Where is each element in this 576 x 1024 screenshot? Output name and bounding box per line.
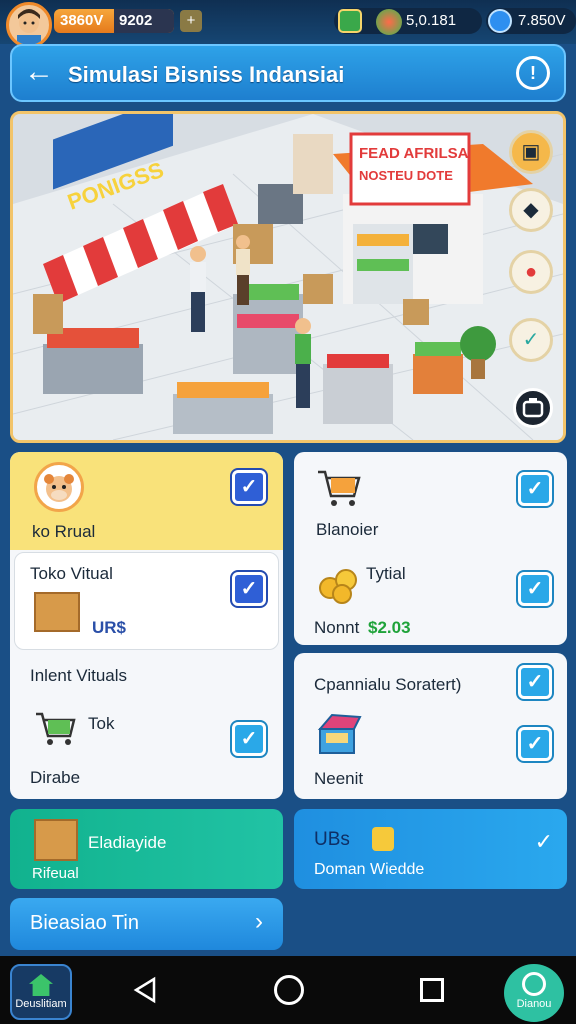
diamond-icon (488, 9, 512, 33)
chevron-down-icon[interactable]: ✓ (535, 829, 553, 855)
coins-icon (316, 560, 362, 606)
eladiayide-card[interactable]: Eladiayide Rifeual (10, 809, 283, 889)
gift-icon[interactable] (338, 9, 362, 33)
coin-counter: 3860V 9202 (54, 9, 174, 33)
back-arrow-icon[interactable]: ← (22, 56, 56, 90)
info-icon[interactable]: ! (516, 56, 550, 90)
add-coins-button[interactable]: + (180, 10, 202, 32)
home-label: Deuslitiam (15, 998, 67, 1010)
cart-icon (34, 708, 78, 748)
package-icon (34, 819, 78, 861)
kopi-label: ko Rrual (32, 522, 96, 541)
coin-label: 3860V (60, 12, 104, 29)
blandier-label: Blanoier (316, 520, 379, 539)
toko-value: UR$ (92, 618, 127, 637)
blandier-sub-label: Nonnt (314, 618, 360, 637)
left-card: ko Rrual ✓ Toko Vitual UR$ ✓ Inlent Vitu… (10, 452, 283, 799)
ubs-badge-icon (372, 827, 394, 851)
chevron-right-icon: › (255, 908, 263, 935)
store-scene[interactable]: PONIGSS FEAD AFRILSA NOSTEU DOTE ▣ ◆ ● ✓ (10, 111, 566, 443)
camera-icon[interactable] (513, 388, 553, 428)
page-header: ← Simulasi Bisniss Indansiai ! (10, 44, 566, 102)
home-circle-icon[interactable] (274, 975, 304, 1005)
ubs-card[interactable]: UBs Doman Wiedde ✓ (294, 809, 567, 889)
back-triangle-icon[interactable] (130, 975, 160, 1005)
eladiayide-title: Eladiayide (88, 833, 167, 852)
blandier-amount: $2.03 (368, 618, 411, 637)
item-tok: Tok (88, 714, 115, 733)
home-button[interactable]: Deuslitiam (10, 964, 72, 1020)
fruit-icon[interactable]: ● (509, 250, 553, 294)
open-box-icon (314, 709, 362, 759)
play-icon (522, 972, 546, 996)
store-illustration: PONIGSS FEAD AFRILSA NOSTEU DOTE (13, 114, 563, 440)
recents-square-icon[interactable] (420, 978, 444, 1002)
player-avatar[interactable] (6, 2, 52, 48)
diamond-value: 7.850V (518, 12, 566, 29)
item-label: Inlent Vituals (30, 666, 128, 685)
blandier-card[interactable]: Blanoier Tytial Nonnt $2.03 ✓ ✓ (294, 452, 567, 645)
blandier-caption: Tytial (366, 564, 406, 583)
cpennial-card[interactable]: Cpannialu Soratert) Neenit ✓ ✓ (294, 653, 567, 799)
shop-sign-line2: NOSTEU DOTE (359, 168, 453, 183)
bieasiao-button[interactable]: Bieasiao Tin › (10, 898, 283, 950)
blandier-checkbox-top[interactable]: ✓ (518, 472, 552, 506)
ubs-sub: Doman Wiedde (314, 861, 425, 878)
toko-checkbox[interactable]: ✓ (232, 572, 266, 606)
cpennial-label: Cpannialu Soratert) (314, 675, 462, 694)
check-icon[interactable]: ✓ (509, 318, 553, 362)
parcel-icon (34, 592, 80, 632)
home-icon (29, 974, 53, 996)
ubs-title: UBs (314, 829, 350, 850)
gem-counter: 5,0.181 (334, 8, 482, 35)
cow-icon (34, 462, 84, 512)
gem-value: 5,0.181 (406, 12, 457, 29)
play-button[interactable]: Dianou (504, 964, 564, 1022)
shop-sign-line1: FEAD AFRILSA (359, 145, 469, 162)
diamond-counter: 7.850V (486, 8, 576, 34)
coin-value: 9202 (114, 9, 174, 33)
eladiayide-sub: Rifeual (32, 865, 79, 882)
bieasiao-label: Bieasiao Tin (30, 912, 139, 934)
play-label: Dianou (516, 998, 552, 1010)
item-checkbox[interactable]: ✓ (232, 722, 266, 756)
toko-label: Toko Vitual (30, 564, 113, 583)
shopping-cart-icon (316, 466, 364, 510)
cpennial-checkbox[interactable]: ✓ (518, 727, 552, 761)
cpennial-checkbox-top[interactable]: ✓ (518, 665, 552, 699)
kopi-checkbox[interactable]: ✓ (232, 470, 266, 504)
page-title: Simulasi Bisniss Indansiai (68, 62, 345, 87)
item-caption: Dirabe (30, 768, 81, 787)
cpennial-caption: Neenit (314, 769, 364, 788)
gem-icon (376, 9, 402, 35)
box-icon[interactable]: ▣ (509, 130, 553, 174)
blandier-checkbox[interactable]: ✓ (518, 572, 552, 606)
tag-icon[interactable]: ◆ (509, 188, 553, 232)
